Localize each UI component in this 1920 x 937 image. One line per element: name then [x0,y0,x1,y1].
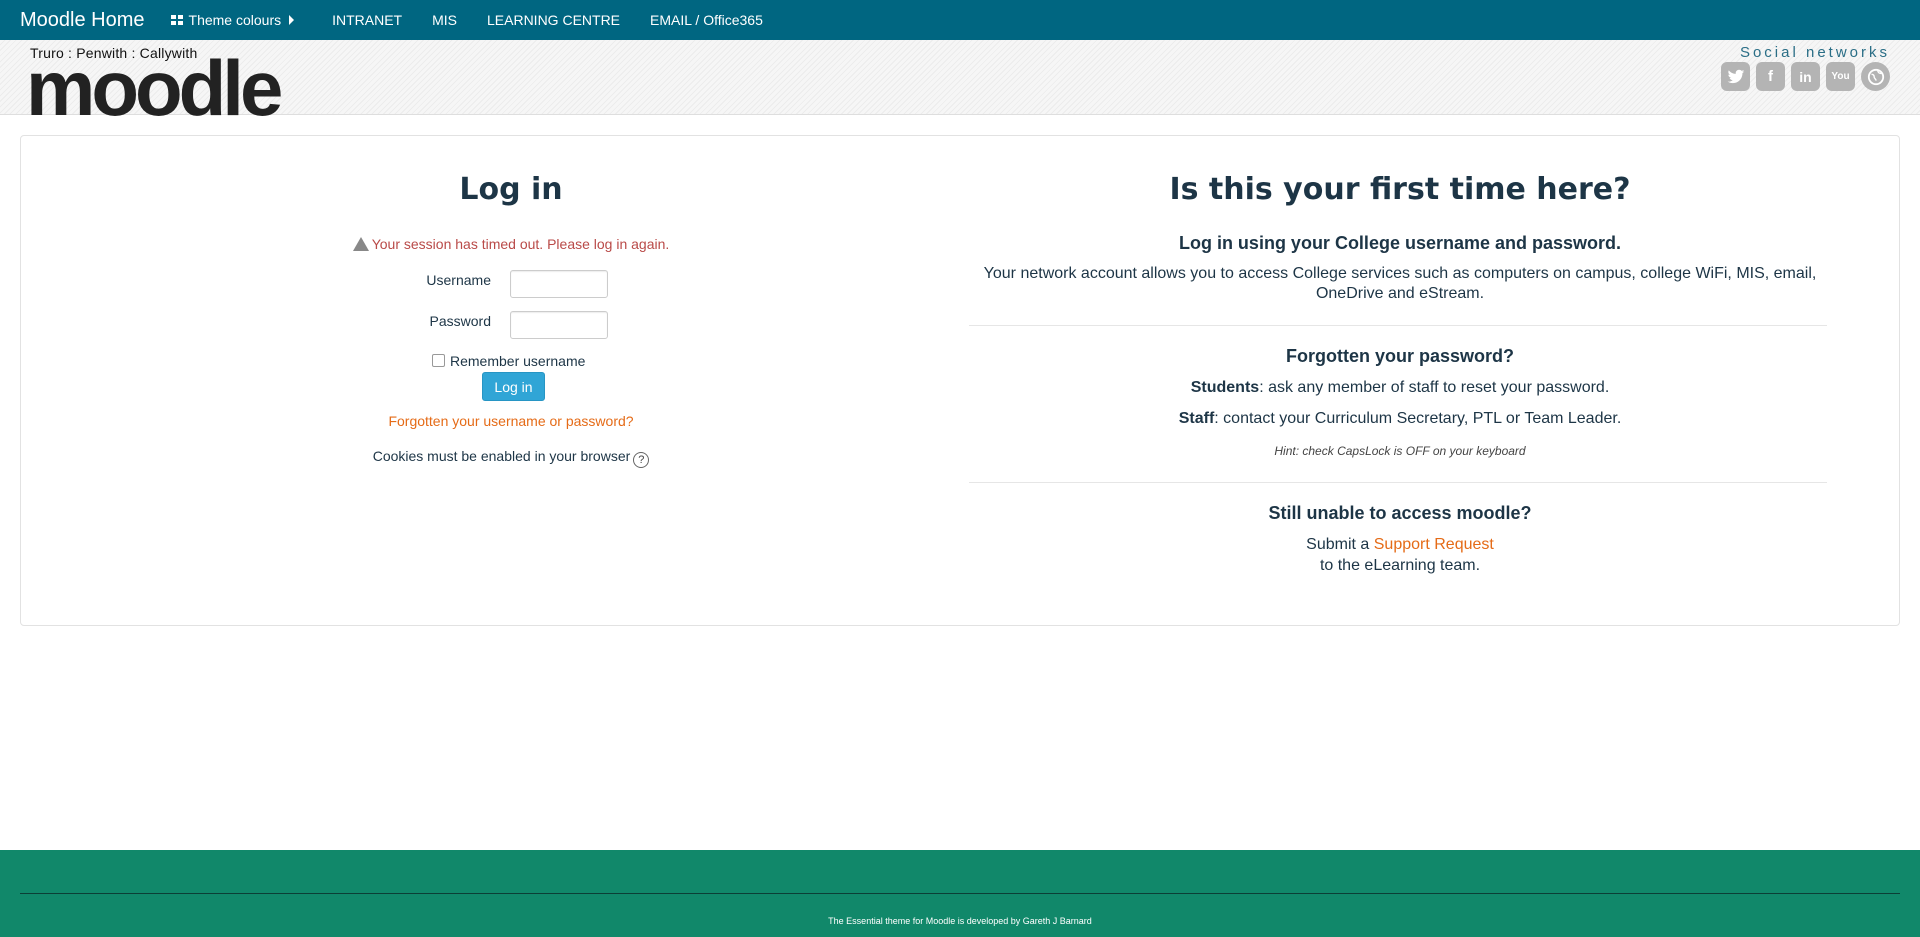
username-input[interactable] [510,270,608,298]
page-footer: The Essential theme for Moodle is develo… [0,850,1920,937]
login-title: Log in [459,172,563,207]
support-request-text: Submit a Support Request [1306,536,1494,553]
students-instruction: Students: ask any member of staff to res… [1190,379,1610,396]
top-navbar: Moodle Home Theme colours INTRANET MIS L… [0,0,1920,40]
capslock-hint: Hint: check CapsLock is OFF on your keyb… [1274,444,1526,458]
theme-colours-label: Theme colours [188,12,282,28]
nav-link-email[interactable]: EMAIL / Office365 [650,12,763,28]
forgotten-password-heading: Forgotten your password? [1285,346,1514,366]
remember-username-label[interactable]: Remember username [450,353,585,369]
grid-icon [170,14,183,26]
password-row: Password [41,311,981,341]
staff-instruction: Staff: contact your Curriculum Secretary… [1178,410,1622,427]
remember-row: Remember username [41,352,981,372]
password-label: Password [429,313,491,329]
youtube-icon[interactable]: You [1826,62,1855,91]
moodle-home-link[interactable]: Moodle Home [20,9,145,32]
linkedin-icon[interactable]: in [1791,62,1820,91]
divider [969,482,1827,483]
theme-colours-menu[interactable]: Theme colours [170,12,295,28]
password-input[interactable] [510,311,608,339]
nav-links: INTRANET MIS LEARNING CENTRE EMAIL / Off… [332,12,793,28]
page-header: moodle Truro : Penwith : Callywith Socia… [0,40,1920,130]
first-time-title: Is this your first time here? [1169,172,1631,207]
logo-subtitle: Truro : Penwith : Callywith [30,45,198,61]
forgot-password-link[interactable]: Forgotten your username or password? [41,413,981,429]
elearning-team-text: to the eLearning team. [1319,557,1481,574]
support-request-link[interactable]: Support Request [1374,536,1494,553]
twitter-icon[interactable] [1721,62,1750,91]
timeout-message: Your session has timed out. Please log i… [41,236,981,252]
login-instructions-heading: Log in using your College username and p… [1178,233,1622,253]
nav-link-intranet[interactable]: INTRANET [332,12,402,28]
help-icon[interactable]: ? [633,452,650,468]
first-time-section: Is this your first time here? Log in usi… [951,136,1849,625]
social-icons: f in You [1721,62,1890,91]
divider [969,325,1827,326]
caret-right-icon [289,15,295,25]
remember-username-checkbox[interactable] [432,354,445,367]
login-button[interactable]: Log in [482,372,545,401]
username-label: Username [426,272,491,288]
login-section: Log in Your session has timed out. Pleas… [41,136,981,625]
facebook-icon[interactable]: f [1756,62,1785,91]
website-icon[interactable] [1861,62,1890,91]
network-account-text: Your network account allows you to acces… [983,265,1817,302]
username-row: Username [41,270,981,300]
cookies-notice: Cookies must be enabled in your browser? [41,448,981,468]
still-unable-heading: Still unable to access moodle? [1268,503,1532,523]
warning-icon [352,237,369,251]
login-panel: Log in Your session has timed out. Pleas… [20,135,1900,626]
nav-link-mis[interactable]: MIS [432,12,457,28]
social-networks-title: Social networks [1739,44,1890,61]
footer-credit: The Essential theme for Moodle is develo… [828,916,1092,926]
nav-link-learning-centre[interactable]: LEARNING CENTRE [487,12,620,28]
footer-divider [20,893,1900,894]
